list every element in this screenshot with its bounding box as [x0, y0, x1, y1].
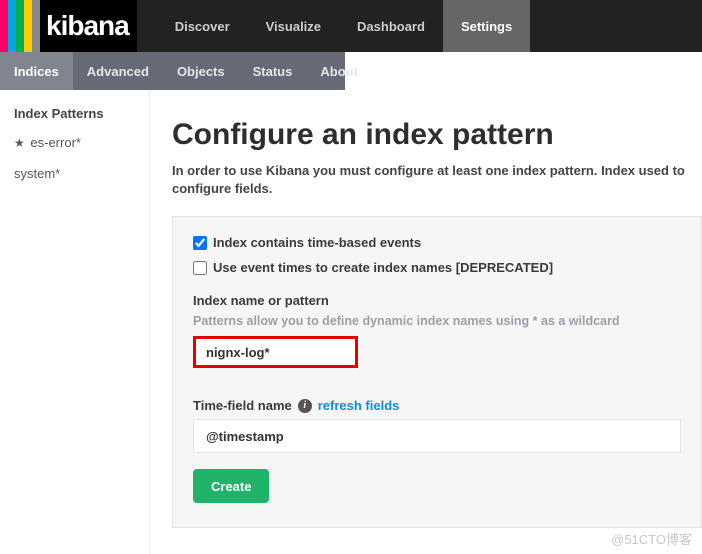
index-name-hint: Patterns allow you to define dynamic ind… — [193, 314, 681, 328]
refresh-fields-link[interactable]: refresh fields — [318, 398, 400, 413]
config-panel: Index contains time-based events Use eve… — [172, 216, 702, 528]
watermark: @51CTO博客 — [611, 529, 692, 548]
sub-tabs: Indices Advanced Objects Status About — [0, 52, 345, 90]
main-content: Configure an index pattern In order to u… — [150, 90, 702, 554]
tab-about[interactable]: About — [306, 52, 372, 90]
logo-stripe — [0, 0, 8, 52]
tab-advanced[interactable]: Advanced — [73, 52, 163, 90]
timefield-value: @timestamp — [206, 429, 284, 444]
logo-stripe — [8, 0, 16, 52]
index-name-label: Index name or pattern — [193, 293, 681, 308]
sidebar-heading: Index Patterns — [0, 100, 149, 127]
checkbox-eventtimes[interactable] — [193, 261, 207, 275]
info-icon[interactable]: i — [298, 399, 312, 413]
checkbox-eventtimes-label: Use event times to create index names [D… — [213, 260, 553, 275]
page-title: Configure an index pattern — [172, 118, 702, 152]
timefield-label-row: Time-field name i refresh fields — [193, 398, 681, 413]
nav-settings[interactable]: Settings — [443, 0, 530, 52]
logo-stripe — [24, 0, 32, 52]
index-name-highlight — [193, 336, 358, 368]
tab-objects[interactable]: Objects — [163, 52, 239, 90]
top-nav-items: Discover Visualize Dashboard Settings — [157, 0, 531, 52]
checkbox-timebased-label: Index contains time-based events — [213, 235, 421, 250]
create-button[interactable]: Create — [193, 469, 269, 503]
logo-stripes — [0, 0, 40, 52]
timefield-select[interactable]: @timestamp — [193, 419, 681, 453]
checkbox-timebased[interactable] — [193, 236, 207, 250]
checkbox-row-timebased: Index contains time-based events — [193, 235, 681, 250]
sidebar: Index Patterns ★ es-error* system* — [0, 90, 150, 554]
body: Index Patterns ★ es-error* system* Confi… — [0, 90, 702, 554]
nav-dashboard[interactable]: Dashboard — [339, 0, 443, 52]
timefield-label: Time-field name — [193, 398, 292, 413]
tab-indices[interactable]: Indices — [0, 52, 73, 90]
checkbox-row-eventtimes: Use event times to create index names [D… — [193, 260, 681, 275]
sidebar-item-label: system* — [14, 166, 60, 181]
top-navbar: kibana Discover Visualize Dashboard Sett… — [0, 0, 702, 52]
index-name-input[interactable] — [196, 339, 355, 365]
tab-status[interactable]: Status — [239, 52, 307, 90]
logo: kibana — [0, 0, 137, 52]
nav-visualize[interactable]: Visualize — [248, 0, 339, 52]
logo-stripe — [16, 0, 24, 52]
sidebar-item-label: es-error* — [30, 135, 81, 150]
nav-discover[interactable]: Discover — [157, 0, 248, 52]
star-icon: ★ — [14, 136, 25, 150]
page-lead: In order to use Kibana you must configur… — [172, 162, 702, 198]
sidebar-item-system[interactable]: system* — [0, 158, 149, 189]
logo-text: kibana — [46, 10, 129, 42]
sidebar-item-es-error[interactable]: ★ es-error* — [0, 127, 149, 158]
logo-stripe — [32, 0, 40, 52]
